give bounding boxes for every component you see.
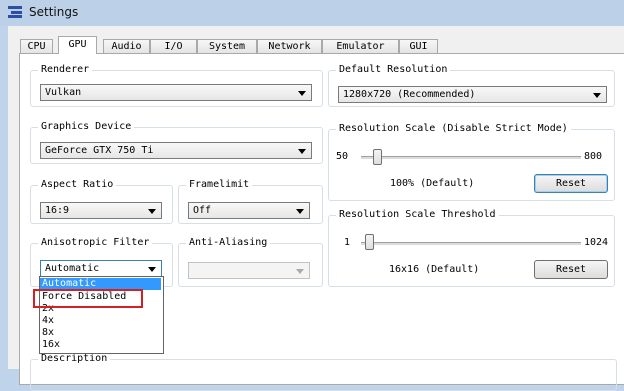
window-title: Settings bbox=[29, 5, 79, 19]
chevron-down-icon bbox=[296, 209, 304, 214]
renderer-value: Vulkan bbox=[45, 87, 82, 98]
chevron-down-icon bbox=[148, 209, 156, 214]
settings-window: CPU GPU Audio I/O System Network Emulato… bbox=[8, 26, 624, 391]
default-resolution-label: Default Resolution bbox=[336, 64, 451, 75]
resolution-threshold-status: 16x16 (Default) bbox=[389, 264, 480, 275]
resolution-threshold-group: Resolution Scale Threshold 1 1024 16x16 … bbox=[328, 209, 615, 287]
renderer-label: Renderer bbox=[38, 64, 93, 75]
framelimit-value: Off bbox=[193, 205, 212, 216]
aspect-ratio-group: Aspect Ratio 16:9 bbox=[30, 179, 173, 224]
graphics-device-label: Graphics Device bbox=[38, 121, 135, 132]
chevron-down-icon bbox=[298, 91, 306, 96]
resolution-scale-group: Resolution Scale (Disable Strict Mode) 5… bbox=[328, 123, 615, 201]
chevron-down-icon bbox=[298, 149, 306, 154]
anisotropic-filter-label: Anisotropic Filter bbox=[38, 237, 153, 248]
aspect-ratio-label: Aspect Ratio bbox=[38, 179, 117, 190]
tab-system[interactable]: System bbox=[197, 39, 257, 53]
graphics-device-combo[interactable]: GeForce GTX 750 Ti bbox=[40, 142, 312, 159]
resolution-threshold-reset-button[interactable]: Reset bbox=[534, 260, 608, 279]
dropdown-option-4x[interactable]: 4x bbox=[40, 315, 54, 327]
resolution-scale-slider-handle[interactable] bbox=[373, 149, 382, 165]
anti-aliasing-group: Anti-Aliasing bbox=[178, 237, 323, 287]
tab-gui[interactable]: GUI bbox=[399, 39, 438, 53]
framelimit-group: Framelimit Off bbox=[178, 179, 323, 224]
resolution-scale-max: 800 bbox=[584, 151, 603, 162]
title-bar: Settings bbox=[0, 0, 624, 26]
settings-app-icon bbox=[8, 6, 22, 18]
dropdown-option-8x[interactable]: 8x bbox=[40, 327, 54, 339]
aspect-ratio-value: 16:9 bbox=[45, 205, 70, 216]
resolution-scale-reset-button[interactable]: Reset bbox=[534, 174, 608, 193]
chevron-down-icon bbox=[148, 267, 156, 272]
gpu-panel: Renderer Vulkan Graphics Device GeForce … bbox=[19, 53, 624, 391]
anti-aliasing-label: Anti-Aliasing bbox=[186, 237, 271, 248]
anisotropic-filter-dropdown-list: Automatic Force Disabled 2x 4x 8x 16x bbox=[39, 276, 164, 354]
resolution-threshold-max: 1024 bbox=[584, 237, 609, 248]
graphics-device-group: Graphics Device GeForce GTX 750 Ti bbox=[30, 121, 323, 164]
renderer-combo[interactable]: Vulkan bbox=[40, 84, 312, 101]
resolution-threshold-slider-handle[interactable] bbox=[365, 234, 374, 250]
tab-network[interactable]: Network bbox=[257, 39, 322, 53]
anisotropic-filter-value: Automatic bbox=[45, 263, 100, 274]
default-resolution-group: Default Resolution 1280x720 (Recommended… bbox=[328, 64, 615, 107]
framelimit-label: Framelimit bbox=[186, 179, 253, 190]
tab-io[interactable]: I/O bbox=[150, 39, 197, 53]
chevron-down-icon bbox=[593, 93, 601, 98]
description-group: Description bbox=[30, 353, 617, 391]
tab-audio[interactable]: Audio bbox=[103, 39, 150, 53]
resolution-scale-status: 100% (Default) bbox=[390, 178, 475, 189]
tab-gpu[interactable]: GPU bbox=[58, 36, 97, 54]
description-label: Description bbox=[38, 353, 111, 364]
aspect-ratio-combo[interactable]: 16:9 bbox=[40, 202, 162, 219]
annotation-highlight-box bbox=[33, 289, 143, 308]
graphics-device-value: GeForce GTX 750 Ti bbox=[45, 145, 154, 156]
anisotropic-filter-combo[interactable]: Automatic bbox=[40, 260, 162, 277]
resolution-scale-label: Resolution Scale (Disable Strict Mode) bbox=[336, 123, 571, 134]
tab-emulator[interactable]: Emulator bbox=[322, 39, 399, 53]
chevron-down-icon bbox=[296, 269, 304, 274]
resolution-threshold-label: Resolution Scale Threshold bbox=[336, 209, 499, 220]
resolution-scale-track[interactable] bbox=[361, 156, 581, 159]
resolution-scale-min: 50 bbox=[336, 151, 349, 162]
default-resolution-value: 1280x720 (Recommended) bbox=[343, 89, 476, 100]
resolution-threshold-min: 1 bbox=[344, 237, 351, 248]
default-resolution-combo[interactable]: 1280x720 (Recommended) bbox=[338, 86, 607, 103]
resolution-threshold-track[interactable] bbox=[361, 242, 581, 245]
framelimit-combo[interactable]: Off bbox=[188, 202, 310, 219]
tab-cpu[interactable]: CPU bbox=[20, 39, 53, 53]
dropdown-option-16x[interactable]: 16x bbox=[40, 339, 60, 351]
anti-aliasing-combo[interactable] bbox=[188, 262, 310, 279]
renderer-group: Renderer Vulkan bbox=[30, 64, 323, 107]
